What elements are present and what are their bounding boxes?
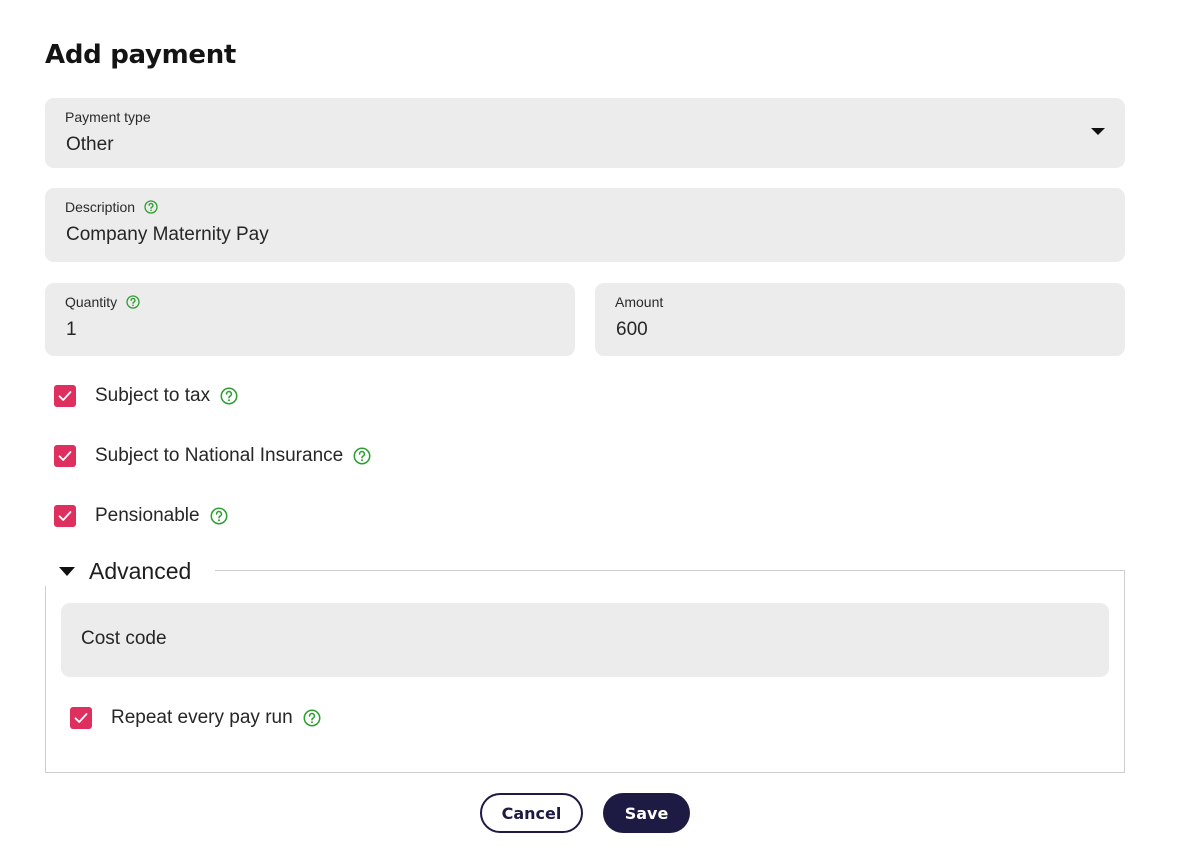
description-label-text: Description bbox=[65, 199, 136, 215]
amount-field[interactable]: Amount 600 bbox=[595, 283, 1125, 356]
subject-to-tax-label: Subject to tax bbox=[95, 385, 211, 406]
description-label: Description bbox=[65, 199, 158, 215]
description-value: Company Maternity Pay bbox=[66, 224, 269, 245]
checkmark-icon bbox=[58, 451, 72, 461]
description-field[interactable]: Description Company Maternity Pay bbox=[45, 188, 1125, 262]
checkmark-icon bbox=[58, 511, 72, 521]
pensionable-row[interactable]: Pensionable bbox=[54, 505, 228, 527]
advanced-toggle[interactable]: Advanced bbox=[45, 556, 216, 586]
cost-code-field[interactable]: Cost code bbox=[61, 603, 1109, 677]
pensionable-checkbox[interactable] bbox=[54, 505, 76, 527]
help-icon[interactable] bbox=[353, 447, 371, 465]
subject-to-tax-checkbox[interactable] bbox=[54, 385, 76, 407]
help-icon[interactable] bbox=[210, 507, 228, 525]
repeat-every-pay-run-label: Repeat every pay run bbox=[111, 707, 293, 728]
triangle-down-icon bbox=[59, 566, 75, 576]
quantity-field[interactable]: Quantity 1 bbox=[45, 283, 575, 356]
pensionable-label: Pensionable bbox=[95, 505, 200, 526]
page-title: Add payment bbox=[45, 40, 237, 70]
repeat-every-pay-run-checkbox[interactable] bbox=[70, 707, 92, 729]
payment-type-select[interactable]: Payment type Other bbox=[45, 98, 1125, 168]
help-icon[interactable] bbox=[220, 387, 238, 405]
amount-label-text: Amount bbox=[615, 294, 664, 310]
quantity-label-text: Quantity bbox=[65, 294, 118, 310]
help-icon[interactable] bbox=[126, 295, 140, 309]
help-icon[interactable] bbox=[144, 200, 158, 214]
cancel-button[interactable]: Cancel bbox=[480, 793, 583, 833]
subject-to-tax-row[interactable]: Subject to tax bbox=[54, 385, 238, 407]
advanced-label: Advanced bbox=[89, 557, 192, 584]
subject-to-ni-row[interactable]: Subject to National Insurance bbox=[54, 445, 371, 467]
amount-value: 600 bbox=[616, 319, 648, 340]
amount-label: Amount bbox=[615, 294, 663, 310]
payment-type-label-text: Payment type bbox=[65, 109, 151, 125]
subject-to-ni-checkbox[interactable] bbox=[54, 445, 76, 467]
repeat-every-pay-run-row[interactable]: Repeat every pay run bbox=[70, 707, 321, 729]
save-button[interactable]: Save bbox=[603, 793, 690, 833]
checkmark-icon bbox=[74, 713, 88, 723]
payment-type-label: Payment type bbox=[65, 109, 151, 125]
help-icon[interactable] bbox=[303, 709, 321, 727]
quantity-value: 1 bbox=[66, 319, 77, 340]
checkmark-icon bbox=[58, 391, 72, 401]
subject-to-ni-label: Subject to National Insurance bbox=[95, 445, 344, 466]
payment-type-value: Other bbox=[66, 134, 114, 155]
caret-down-icon bbox=[1091, 128, 1105, 135]
quantity-label: Quantity bbox=[65, 294, 140, 310]
cost-code-placeholder: Cost code bbox=[81, 628, 167, 649]
